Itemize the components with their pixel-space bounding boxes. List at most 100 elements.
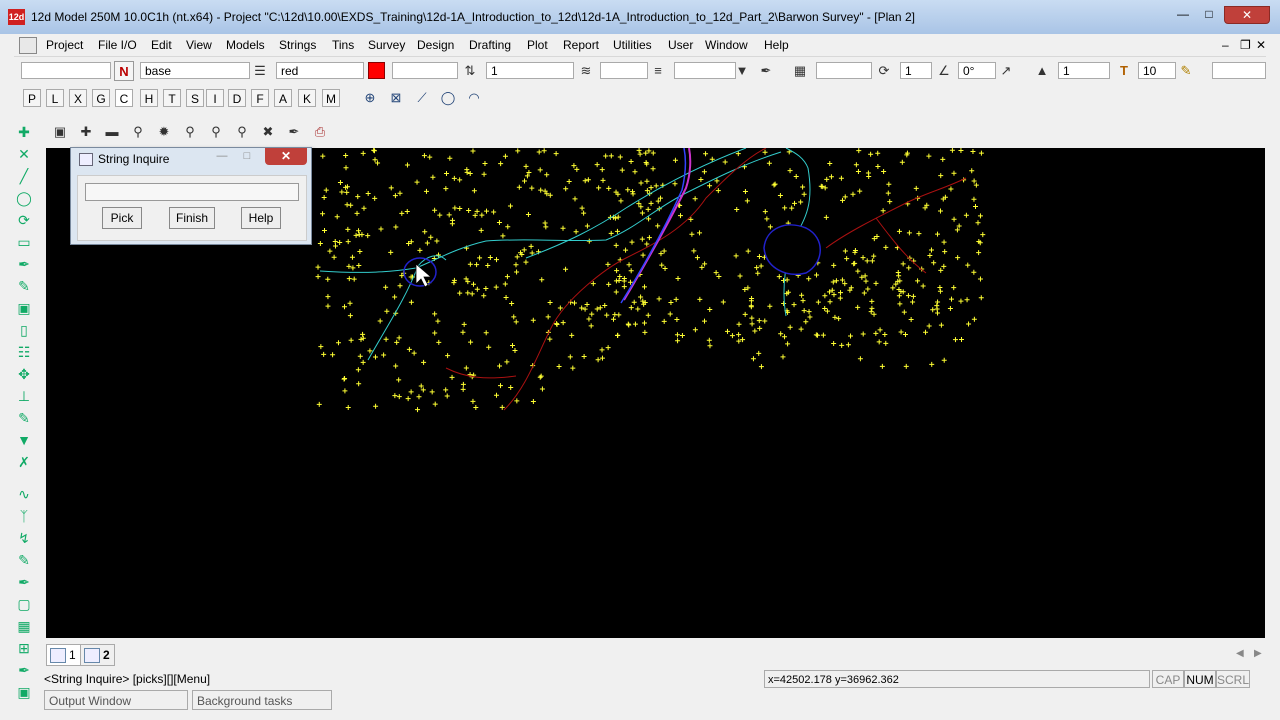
red-string[interactable]: [875, 217, 927, 274]
angle-icon[interactable]: ∠: [934, 61, 954, 81]
dialog-maximize-button[interactable]: □: [234, 148, 260, 164]
name-field[interactable]: [21, 62, 111, 79]
pen-edit-icon[interactable]: ✒: [14, 660, 34, 680]
measure-tool-icon[interactable]: ⊥: [14, 386, 34, 406]
point-tool-icon[interactable]: ✚: [14, 122, 34, 142]
snap-h-button[interactable]: H: [140, 89, 158, 107]
menu-models[interactable]: Models: [226, 38, 265, 52]
z-sort-icon[interactable]: ⇅: [460, 61, 480, 81]
snap-intersect-icon[interactable]: ⊠: [386, 88, 406, 108]
height-field[interactable]: [392, 62, 458, 79]
box-tool-icon[interactable]: ▢: [14, 594, 34, 614]
draw-tool-icon[interactable]: ✒: [14, 572, 34, 592]
edit-tool-icon[interactable]: ✎: [14, 408, 34, 428]
menu-design[interactable]: Design: [417, 38, 454, 52]
document-icon[interactable]: [19, 37, 37, 54]
frame-tool-icon[interactable]: ▣: [14, 298, 34, 318]
snap-f-button[interactable]: F: [251, 89, 269, 107]
menu-drafting[interactable]: Drafting: [469, 38, 511, 52]
minimize-button[interactable]: —: [1170, 6, 1196, 22]
line-tool-icon[interactable]: ╱: [14, 166, 34, 186]
text-count-field[interactable]: 1: [1058, 62, 1110, 79]
count-field[interactable]: 1: [486, 62, 574, 79]
menu-window[interactable]: Window: [705, 38, 748, 52]
text-size-field[interactable]: 10: [1138, 62, 1176, 79]
scroll-right-icon[interactable]: ▶: [1254, 648, 1262, 659]
snap-cross-icon[interactable]: ⊕: [360, 88, 380, 108]
curve-tool-icon[interactable]: ∿: [14, 484, 34, 504]
weight-lines-icon[interactable]: ≡: [648, 61, 668, 81]
rotate-icon[interactable]: ⟳: [874, 61, 894, 81]
mdi-close-icon[interactable]: ✕: [1256, 38, 1266, 52]
zoom-extent-icon[interactable]: ✹: [154, 122, 174, 142]
circle-tool-icon[interactable]: ◯: [14, 188, 34, 208]
zoom-in-icon[interactable]: ⚲: [128, 122, 148, 142]
zoom-minus-icon[interactable]: ▬: [102, 122, 122, 142]
pick-button[interactable]: Pick: [102, 207, 142, 229]
image-tool-icon[interactable]: ▣: [14, 682, 34, 702]
menu-edit[interactable]: Edit: [151, 38, 172, 52]
text-tool-icon[interactable]: ᛉ: [14, 506, 34, 526]
scroll-left-icon[interactable]: ◀: [1236, 648, 1244, 659]
ruler-icon[interactable]: ✎: [1176, 61, 1196, 81]
snap-a-button[interactable]: A: [274, 89, 292, 107]
snap-c-button[interactable]: C: [115, 89, 133, 107]
magenta-string[interactable]: [623, 148, 692, 301]
dialog-minimize-button[interactable]: —: [209, 148, 235, 164]
menu-tins[interactable]: Tins: [332, 38, 354, 52]
snap-circle-icon[interactable]: ◯: [438, 88, 458, 108]
symbol-count-field[interactable]: 1: [900, 62, 932, 79]
menu-utilities[interactable]: Utilities: [613, 38, 652, 52]
zoom-fit-icon[interactable]: ⚲: [206, 122, 226, 142]
angle-field[interactable]: 0°: [958, 62, 996, 79]
help-button[interactable]: Help: [241, 207, 281, 229]
red-string[interactable]: [825, 177, 967, 249]
model-layers-icon[interactable]: ☰: [250, 61, 270, 81]
cyan-string[interactable]: [367, 255, 447, 361]
menu-file-io[interactable]: File I/O: [98, 38, 137, 52]
move-tool-icon[interactable]: ✥: [14, 364, 34, 384]
menu-help[interactable]: Help: [764, 38, 789, 52]
linestyle-field[interactable]: [600, 62, 648, 79]
pen-tool-icon[interactable]: ✒: [284, 122, 304, 142]
snap-t-button[interactable]: T: [163, 89, 181, 107]
menu-report[interactable]: Report: [563, 38, 599, 52]
rectangle-tool-icon[interactable]: ▭: [14, 232, 34, 252]
maximize-button[interactable]: □: [1196, 6, 1222, 22]
menu-view[interactable]: View: [186, 38, 212, 52]
mdi-minimize-icon[interactable]: –: [1222, 38, 1229, 52]
snap-d-button[interactable]: D: [228, 89, 246, 107]
pick-pen-icon[interactable]: ✒: [756, 61, 776, 81]
cross-tool-icon[interactable]: ✕: [14, 144, 34, 164]
menu-project[interactable]: Project: [46, 38, 83, 52]
annotate-tool-icon[interactable]: ✎: [14, 550, 34, 570]
arc-tool-icon[interactable]: ⟳: [14, 210, 34, 230]
text-style-icon[interactable]: ↗: [996, 61, 1016, 81]
dialog-close-button[interactable]: ✕: [265, 148, 307, 165]
text-height-icon[interactable]: ▲: [1032, 61, 1052, 81]
zoom-window-icon[interactable]: ⚲: [180, 122, 200, 142]
symbol-icon[interactable]: ▦: [790, 61, 810, 81]
brush-tool-icon[interactable]: ✒: [14, 254, 34, 274]
symbol-field[interactable]: [816, 62, 872, 79]
tab-plan-2[interactable]: 2: [80, 644, 115, 666]
cyan-string[interactable]: [525, 148, 747, 259]
zoom-plus-icon[interactable]: ✚: [76, 122, 96, 142]
model-field[interactable]: base: [140, 62, 250, 79]
snap-p-button[interactable]: P: [23, 89, 41, 107]
pan-icon[interactable]: ✖: [258, 122, 278, 142]
dropdown-arrow-icon[interactable]: ▼: [732, 61, 752, 81]
snap-l-button[interactable]: L: [46, 89, 64, 107]
cyan-string[interactable]: [319, 151, 782, 273]
red-string[interactable]: [445, 367, 517, 379]
plan-tool-icon[interactable]: ▦: [14, 616, 34, 636]
text-t-icon[interactable]: T: [1114, 61, 1134, 81]
name-n-icon[interactable]: N: [114, 61, 134, 81]
shield-tool-icon[interactable]: ▼: [14, 430, 34, 450]
finish-button[interactable]: Finish: [169, 207, 215, 229]
output-window-tab[interactable]: Output Window: [44, 690, 188, 710]
linestyle-icon[interactable]: ≋: [576, 61, 596, 81]
snap-s-button[interactable]: S: [186, 89, 204, 107]
snap-x-button[interactable]: X: [69, 89, 87, 107]
delete-tool-icon[interactable]: ✗: [14, 452, 34, 472]
